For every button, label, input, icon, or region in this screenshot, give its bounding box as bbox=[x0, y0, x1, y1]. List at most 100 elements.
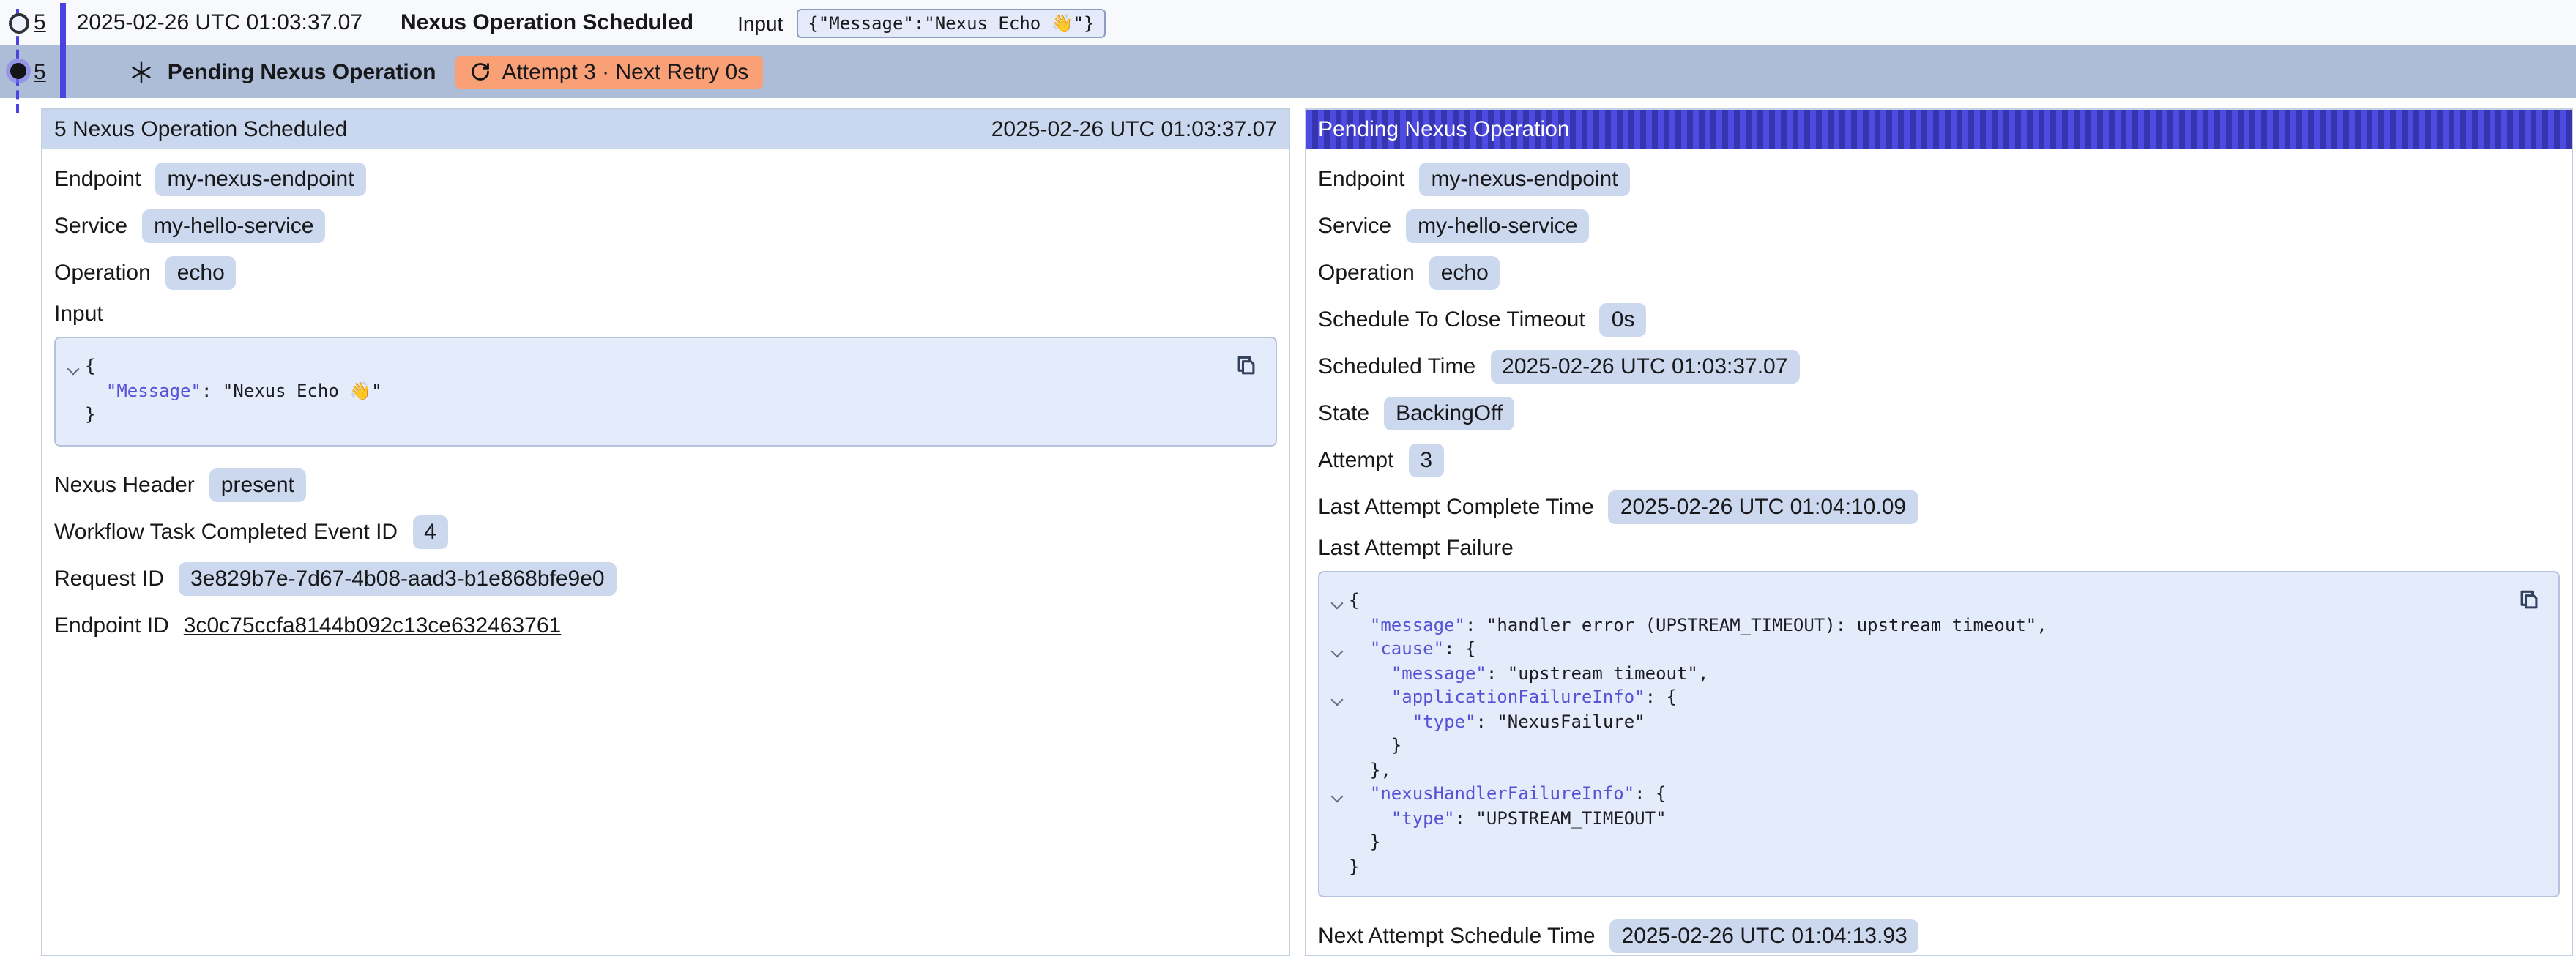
detail-field-workflow-task-completed-event-id: Workflow Task Completed Event ID 4 bbox=[54, 513, 1277, 550]
detail-field-endpoint-id: Endpoint ID 3c0c75ccfa8144b092c13ce632463… bbox=[54, 607, 1277, 643]
field-value-badge: my-hello-service bbox=[142, 209, 325, 243]
code-line-gutter bbox=[1325, 709, 1349, 733]
detail-field-schedule-to-close-timeout: Schedule To Close Timeout 0s bbox=[1318, 302, 2560, 338]
event-id-link[interactable]: 5 bbox=[34, 10, 46, 35]
code-line-gutter bbox=[1325, 782, 1349, 806]
field-value-badge: 2025-02-26 UTC 01:04:13.93 bbox=[1610, 919, 1919, 953]
json-text: }, bbox=[1349, 759, 1391, 780]
field-label: Workflow Task Completed Event ID bbox=[54, 519, 398, 544]
event-input-preview-badge: {"Message":"Nexus Echo 👋"} bbox=[796, 8, 1106, 37]
failure-json-block: { "message": "handler error (UPSTREAM_TI… bbox=[1318, 571, 2560, 897]
event-marker-open-circle-icon bbox=[9, 13, 29, 34]
json-text: : "Nexus Echo 👋" bbox=[201, 380, 382, 400]
code-line-gutter bbox=[1325, 613, 1349, 637]
code-line: { bbox=[1325, 589, 2544, 613]
code-line: "cause": { bbox=[1325, 637, 2544, 661]
collapse-toggle[interactable] bbox=[1327, 589, 1347, 612]
field-label: Operation bbox=[1318, 261, 1415, 285]
json-key: "type" bbox=[1391, 807, 1455, 828]
copy-icon bbox=[1233, 353, 1259, 379]
code-line-gutter bbox=[1325, 733, 1349, 758]
code-line: } bbox=[62, 403, 1261, 427]
field-label: Scheduled Time bbox=[1318, 354, 1475, 379]
json-text: { bbox=[85, 356, 95, 376]
panel-title: Pending Nexus Operation bbox=[1318, 117, 1570, 142]
code-line-text: "type": "UPSTREAM_TIMEOUT" bbox=[1349, 806, 1667, 830]
json-text bbox=[1349, 711, 1412, 731]
json-code-lines: { "message": "handler error (UPSTREAM_TI… bbox=[1325, 589, 2544, 878]
input-section-label: Input bbox=[54, 302, 1277, 326]
selected-event-group-bar bbox=[60, 3, 66, 98]
field-label: Next Attempt Schedule Time bbox=[1318, 924, 1596, 949]
field-label: Nexus Header bbox=[54, 472, 195, 497]
field-value-badge: echo bbox=[1429, 256, 1500, 290]
event-detail-panels: 5 Nexus Operation Scheduled 2025-02-26 U… bbox=[41, 108, 2573, 956]
field-value-badge: 3e829b7e-7d67-4b08-aad3-b1e868bfe9e0 bbox=[179, 561, 617, 595]
json-text: } bbox=[1349, 735, 1401, 755]
detail-field-endpoint: Endpointmy-nexus-endpoint bbox=[1318, 161, 2560, 198]
temporal-event-history-view: 5 2025-02-26 UTC 01:03:37.07 Nexus Opera… bbox=[0, 0, 2576, 956]
code-line-text: } bbox=[1349, 854, 1359, 878]
collapse-toggle[interactable] bbox=[1327, 637, 1347, 660]
detail-field-service: Service my-hello-service bbox=[54, 208, 1277, 244]
json-key: "cause" bbox=[1370, 638, 1444, 659]
collapse-toggle[interactable] bbox=[1327, 685, 1347, 709]
field-label: Endpoint ID bbox=[54, 613, 169, 638]
json-text: } bbox=[85, 404, 95, 425]
retry-badge-label: Attempt 3 · Next Retry 0s bbox=[502, 59, 748, 84]
field-value-badge: my-hello-service bbox=[1406, 209, 1589, 243]
copy-input-button[interactable] bbox=[1232, 351, 1261, 381]
code-line: } bbox=[1325, 854, 2544, 878]
field-value-badge: 4 bbox=[412, 515, 448, 548]
json-text bbox=[1349, 807, 1391, 828]
detail-field-last-attempt-complete-time: Last Attempt Complete Time2025-02-26 UTC… bbox=[1318, 489, 2560, 526]
json-text: : { bbox=[1645, 687, 1677, 707]
event-row-nexus-operation-scheduled[interactable]: 5 2025-02-26 UTC 01:03:37.07 Nexus Opera… bbox=[0, 0, 2576, 45]
event-row-pending-nexus-operation[interactable]: 5 Pending Nexus Operation bbox=[0, 45, 2576, 98]
json-key: "message" bbox=[1391, 662, 1486, 683]
json-text: : "upstream timeout", bbox=[1486, 662, 1708, 683]
code-line-gutter bbox=[1325, 758, 1349, 782]
json-text: : { bbox=[1634, 783, 1666, 804]
field-label: Service bbox=[1318, 214, 1391, 239]
json-key: "nexusHandlerFailureInfo" bbox=[1370, 783, 1634, 804]
code-line-text: "Message": "Nexus Echo 👋" bbox=[85, 378, 382, 403]
code-line-text: "nexusHandlerFailureInfo": { bbox=[1349, 782, 1667, 806]
code-line: }, bbox=[1325, 758, 2544, 782]
retry-status-badge: Attempt 3 · Next Retry 0s bbox=[455, 55, 763, 89]
event-title: Pending Nexus Operation bbox=[168, 59, 436, 84]
json-text: : "NexusFailure" bbox=[1475, 711, 1645, 731]
chevron-down-icon bbox=[1331, 597, 1344, 610]
detail-field-endpoint: Endpointmy-nexus-endpoint bbox=[54, 161, 1277, 198]
field-value-link[interactable]: 3c0c75ccfa8144b092c13ce632463761 bbox=[184, 613, 561, 638]
field-group: Endpointmy-nexus-endpoint Service my-hello… bbox=[54, 161, 1277, 291]
code-line: } bbox=[1325, 830, 2544, 854]
field-label: Service bbox=[54, 214, 127, 239]
detail-field-operation: Operation echo bbox=[1318, 255, 2560, 291]
field-label: Schedule To Close Timeout bbox=[1318, 307, 1585, 332]
code-line-text: "type": "NexusFailure" bbox=[1349, 709, 1645, 733]
event-id-link[interactable]: 5 bbox=[34, 59, 46, 84]
chevron-down-icon bbox=[1331, 791, 1344, 803]
collapse-toggle[interactable] bbox=[63, 354, 83, 378]
field-group: Next Attempt Schedule Time 2025-02-26 UTC… bbox=[1318, 918, 2560, 955]
collapse-toggle[interactable] bbox=[1327, 782, 1347, 805]
field-value-badge: 3 bbox=[1408, 444, 1444, 477]
code-line-text: } bbox=[1349, 733, 1401, 758]
copy-icon bbox=[2516, 587, 2542, 613]
code-line-text: "applicationFailureInfo": { bbox=[1349, 685, 1677, 709]
field-value-badge: 0s bbox=[1600, 303, 1647, 337]
code-line-gutter bbox=[1325, 589, 1349, 613]
code-line-text: "cause": { bbox=[1349, 637, 1475, 661]
detail-field-nexus-header: Nexus Headerpresent bbox=[54, 466, 1277, 503]
chevron-down-icon bbox=[67, 363, 80, 376]
json-key: "message" bbox=[1370, 614, 1465, 635]
panel-body: Endpointmy-nexus-endpoint Service my-hello… bbox=[1306, 149, 2572, 956]
field-group: Endpointmy-nexus-endpoint Service my-hello… bbox=[1318, 161, 2560, 526]
json-text: } bbox=[1349, 832, 1380, 852]
code-line-text: { bbox=[1349, 589, 1359, 613]
code-line-gutter bbox=[62, 354, 85, 378]
panel-timestamp: 2025-02-26 UTC 01:03:37.07 bbox=[991, 117, 1277, 142]
copy-failure-button[interactable] bbox=[2514, 586, 2544, 615]
code-line-gutter bbox=[62, 403, 85, 427]
